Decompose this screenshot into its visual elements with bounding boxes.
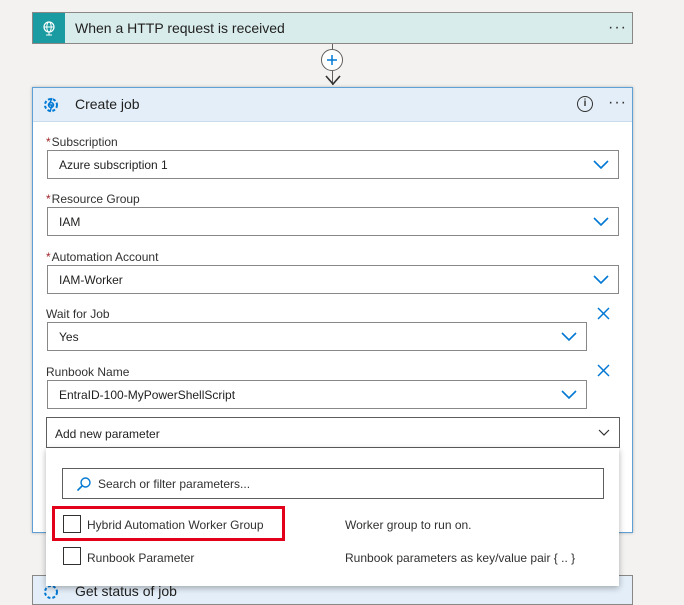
automation-account-label: *Automation Account: [46, 250, 159, 264]
chevron-down-icon: [561, 390, 577, 400]
runbook-name-dropdown[interactable]: EntraID-100-MyPowerShellScript: [47, 380, 587, 409]
search-placeholder: Search or filter parameters...: [98, 477, 251, 491]
automation-account-value: IAM-Worker: [59, 273, 123, 287]
resource-group-dropdown[interactable]: IAM: [47, 207, 619, 236]
http-trigger-card[interactable]: When a HTTP request is received ···: [32, 12, 633, 44]
card-header[interactable]: Create job i ···: [33, 88, 632, 122]
chevron-down-icon: [561, 332, 577, 342]
runbook-name-value: EntraID-100-MyPowerShellScript: [59, 388, 236, 402]
hybrid-worker-group-label[interactable]: Hybrid Automation Worker Group: [87, 518, 264, 532]
card-title: Create job: [75, 96, 140, 112]
search-icon: [76, 477, 91, 492]
add-new-parameter-dropdown[interactable]: Add new parameter: [46, 417, 620, 448]
chevron-down-icon: [593, 217, 609, 227]
automation-gear-icon: [44, 97, 58, 113]
wait-for-job-dropdown[interactable]: Yes: [47, 322, 587, 351]
trigger-title: When a HTTP request is received: [75, 20, 285, 36]
hybrid-worker-group-checkbox[interactable]: [63, 515, 81, 533]
wait-for-job-label: Wait for Job: [46, 307, 110, 321]
subscription-label: *Subscription: [46, 135, 118, 149]
add-new-parameter-label: Add new parameter: [55, 427, 160, 441]
subscription-dropdown[interactable]: Azure subscription 1: [47, 150, 619, 179]
remove-wait-for-job-icon[interactable]: [597, 307, 610, 320]
chevron-down-icon: [598, 429, 610, 436]
insert-step-button[interactable]: [321, 49, 343, 71]
wait-for-job-value: Yes: [59, 330, 79, 344]
runbook-name-label: Runbook Name: [46, 365, 130, 379]
plus-icon: [327, 55, 337, 65]
parameter-search-input[interactable]: Search or filter parameters...: [62, 468, 604, 499]
remove-runbook-name-icon[interactable]: [597, 364, 610, 377]
globe-icon: [33, 13, 65, 43]
hybrid-worker-group-description: Worker group to run on.: [345, 518, 472, 532]
trigger-more-icon[interactable]: ···: [608, 20, 627, 36]
resource-group-label: *Resource Group: [46, 192, 140, 206]
runbook-parameter-checkbox[interactable]: [63, 547, 81, 565]
chevron-down-icon: [593, 160, 609, 170]
automation-account-dropdown[interactable]: IAM-Worker: [47, 265, 619, 294]
subscription-value: Azure subscription 1: [59, 158, 168, 172]
arrow-down-icon: [325, 75, 341, 86]
info-icon[interactable]: i: [577, 96, 593, 112]
runbook-parameter-label[interactable]: Runbook Parameter: [87, 551, 194, 565]
resource-group-value: IAM: [59, 215, 81, 229]
chevron-down-icon: [593, 275, 609, 285]
card-more-icon[interactable]: ···: [608, 95, 627, 111]
runbook-parameter-description: Runbook parameters as key/value pair { .…: [345, 551, 576, 565]
